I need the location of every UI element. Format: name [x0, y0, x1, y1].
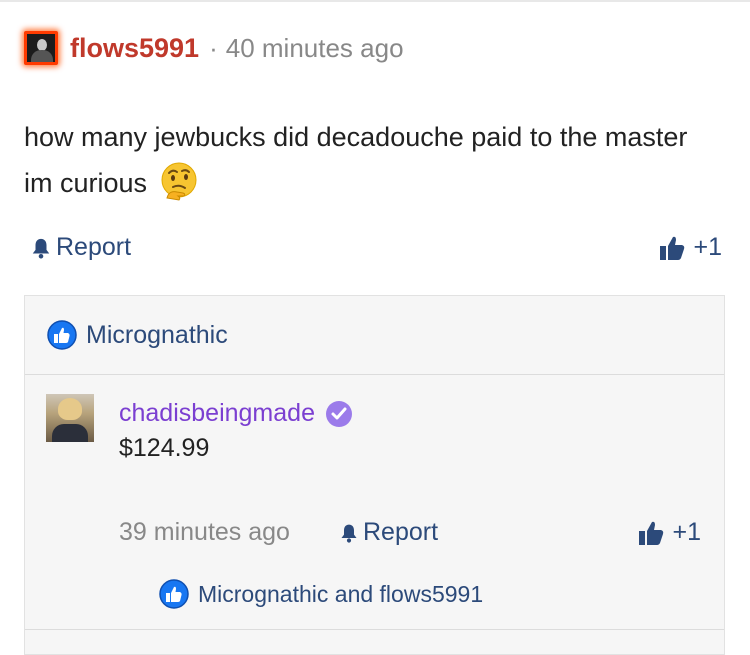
reply-reactor-names: Micrognathic and flows5991: [198, 580, 484, 607]
op-avatar[interactable]: [24, 31, 58, 65]
post-body: how many jewbucks did decadouche paid to…: [24, 114, 714, 206]
thinking-face-icon: [161, 162, 197, 201]
reply-report-button[interactable]: Report: [339, 518, 438, 547]
like-badge-icon: [159, 579, 189, 609]
reactor-name: Micrognathic: [86, 320, 228, 349]
top-divider: [0, 0, 750, 2]
post-timestamp: 40 minutes ago: [225, 32, 404, 63]
post-body-text: how many jewbucks did decadouche paid to…: [24, 122, 688, 198]
reply-amount: $124.99: [119, 434, 210, 462]
reply-username[interactable]: chadisbeingmade: [119, 399, 315, 428]
op-username[interactable]: flows5991: [70, 33, 199, 64]
reactions-panel: Micrognathic chadisbeingmade $124.99 39 …: [24, 295, 725, 655]
thumbs-up-icon: [639, 521, 664, 545]
reply-timestamp: 39 minutes ago: [119, 518, 290, 546]
reply-actions: 39 minutes ago Report +1: [119, 518, 701, 552]
reply-vote-count: +1: [672, 518, 701, 546]
thumbs-up-icon: [660, 236, 685, 260]
post-actions: Report +1: [30, 233, 722, 269]
report-label: Report: [56, 233, 132, 261]
like-badge-icon: [47, 320, 77, 350]
post-reactors[interactable]: Micrognathic: [47, 320, 228, 350]
reply-username-row: chadisbeingmade: [119, 399, 353, 428]
reply-reactors[interactable]: Micrognathic and flows5991: [159, 579, 483, 609]
reply-report-label: Report: [363, 518, 439, 546]
panel-divider: [25, 629, 724, 630]
reply-avatar[interactable]: [46, 394, 94, 442]
vote-count: +1: [693, 233, 722, 261]
report-button[interactable]: Report: [30, 233, 131, 262]
upvote-button[interactable]: +1: [659, 233, 722, 262]
reply-upvote-button[interactable]: +1: [638, 518, 701, 547]
post-header: flows5991 · 40 minutes ago: [24, 28, 404, 68]
verified-badge-icon: [325, 400, 352, 427]
bell-icon: [341, 524, 357, 543]
separator-dot: ·: [209, 32, 218, 63]
panel-divider: [25, 374, 724, 375]
bell-icon: [32, 238, 50, 259]
